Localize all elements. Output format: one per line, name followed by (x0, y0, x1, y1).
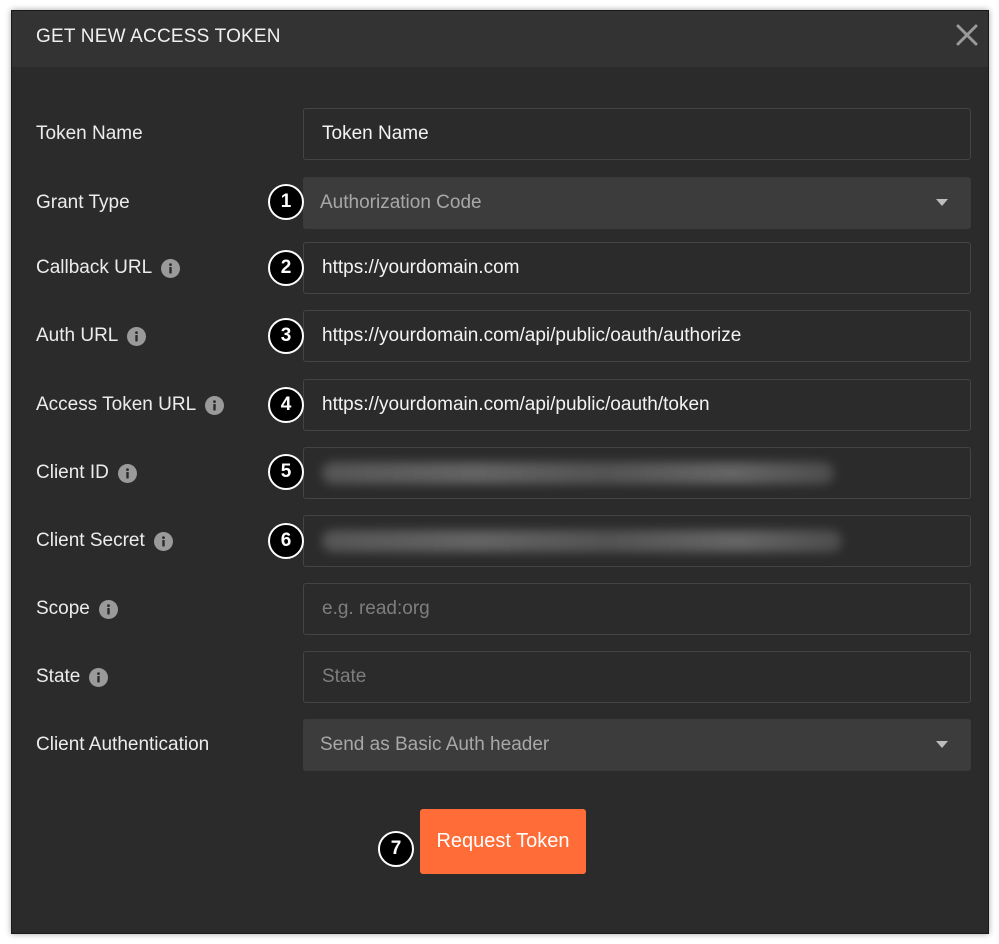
info-icon[interactable] (98, 599, 118, 619)
close-icon (956, 24, 978, 46)
row-token-name: Token Name Token Name (12, 108, 988, 160)
client-secret-input[interactable] (303, 515, 971, 567)
row-client-authentication: Client Authentication Send as Basic Auth… (12, 719, 988, 771)
client-id-input[interactable] (303, 447, 971, 499)
request-token-button[interactable]: Request Token (420, 809, 586, 874)
row-callback-url: Callback URL https://yourdomain.com (12, 242, 988, 294)
token-name-label: Token Name (36, 108, 143, 160)
annotation-badge-5: 5 (268, 454, 304, 490)
auth-url-label: Auth URL (36, 310, 147, 362)
client-authentication-label: Client Authentication (36, 719, 209, 771)
access-token-url-input[interactable]: https://yourdomain.com/api/public/oauth/… (303, 379, 971, 431)
dialog-title: GET NEW ACCESS TOKEN (36, 26, 281, 47)
state-label: State (36, 651, 109, 703)
auth-url-input[interactable]: https://yourdomain.com/api/public/oauth/… (303, 310, 971, 362)
token-name-label-text: Token Name (36, 123, 143, 144)
access-token-dialog: GET NEW ACCESS TOKEN Token Name Token Na… (11, 10, 989, 934)
state-label-text: State (36, 666, 81, 687)
chevron-down-icon (936, 199, 948, 206)
annotation-badge-3: 3 (268, 318, 304, 354)
row-state: State State (12, 651, 988, 703)
annotation-badge-7: 7 (378, 831, 414, 867)
client-authentication-value: Send as Basic Auth header (320, 734, 550, 755)
annotation-badge-4: 4 (268, 387, 304, 423)
state-input[interactable]: State (303, 651, 971, 703)
chevron-down-icon (936, 741, 948, 748)
client-authentication-label-text: Client Authentication (36, 734, 210, 755)
access-token-url-label-text: Access Token URL (36, 394, 197, 415)
annotation-badge-6: 6 (268, 523, 304, 559)
access-token-url-label: Access Token URL (36, 379, 225, 431)
scope-input[interactable]: e.g. read:org (303, 583, 971, 635)
client-id-label: Client ID (36, 447, 137, 499)
grant-type-label-text: Grant Type (36, 192, 130, 213)
callback-url-input[interactable]: https://yourdomain.com (303, 242, 971, 294)
callback-url-label-text: Callback URL (36, 257, 153, 278)
redacted-value (322, 462, 834, 484)
redacted-value (322, 530, 842, 552)
annotation-badge-1: 1 (268, 184, 304, 220)
row-scope: Scope e.g. read:org (12, 583, 988, 635)
info-icon[interactable] (153, 531, 173, 551)
row-client-secret: Client Secret (12, 515, 988, 567)
scope-label-text: Scope (36, 598, 90, 619)
row-client-id: Client ID (12, 447, 988, 499)
client-secret-label: Client Secret (36, 515, 173, 567)
callback-url-label: Callback URL (36, 242, 181, 294)
request-token-label: Request Token (436, 830, 570, 852)
info-icon[interactable] (161, 258, 181, 278)
client-authentication-select[interactable]: Send as Basic Auth header (303, 719, 971, 771)
info-icon[interactable] (117, 463, 137, 483)
close-button[interactable] (954, 22, 980, 48)
row-auth-url: Auth URL https://yourdomain.com/api/publ… (12, 310, 988, 362)
info-icon[interactable] (205, 395, 225, 415)
auth-url-label-text: Auth URL (36, 325, 119, 346)
info-icon[interactable] (89, 667, 109, 687)
grant-type-label: Grant Type (36, 177, 130, 229)
row-grant-type: Grant Type Authorization Code (12, 177, 988, 229)
client-id-label-text: Client ID (36, 462, 109, 483)
annotation-badge-2: 2 (268, 250, 304, 286)
info-icon[interactable] (127, 326, 147, 346)
token-name-input[interactable]: Token Name (303, 108, 971, 160)
scope-label: Scope (36, 583, 118, 635)
client-secret-label-text: Client Secret (36, 530, 145, 551)
row-access-token-url: Access Token URL https://yourdomain.com/… (12, 379, 988, 431)
grant-type-value: Authorization Code (320, 192, 482, 213)
grant-type-select[interactable]: Authorization Code (303, 177, 971, 229)
dialog-header: GET NEW ACCESS TOKEN (12, 11, 988, 67)
